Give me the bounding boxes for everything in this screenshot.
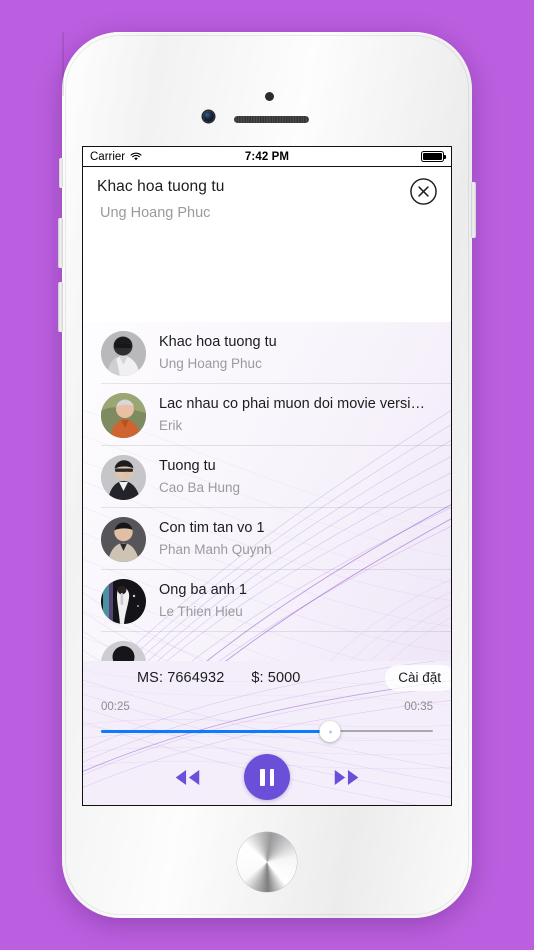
- volume-up-button[interactable]: [58, 218, 63, 268]
- list-item[interactable]: Con tim tan vo 1 Phan Manh Quynh: [83, 508, 451, 570]
- mute-switch-button[interactable]: [59, 158, 63, 188]
- player-time-row: 00:25 00:35: [93, 695, 441, 713]
- song-artist: Cao Ba Hung: [159, 480, 241, 495]
- power-button[interactable]: [471, 182, 476, 238]
- list-item-meta: Ong ba anh 1 Le Thien Hieu: [159, 581, 445, 621]
- status-bar-clock: 7:42 PM: [244, 150, 290, 163]
- song-title: Lac nhau co phai muon doi movie versi…: [159, 396, 425, 412]
- list-item[interactable]: Tuong tu Cao Ba Hung: [83, 446, 451, 508]
- progress-thumb[interactable]: [319, 721, 341, 742]
- song-title: Ong ba anh 1: [159, 582, 247, 598]
- total-time: 00:35: [404, 701, 433, 713]
- home-button[interactable]: [237, 832, 297, 892]
- now-playing-header: Khac hoa tuong tu Ung Hoang Phuc: [83, 167, 451, 229]
- page-title: Khac hoa tuong tu: [97, 178, 225, 195]
- player-stats-row: MS: 7664932 $: 5000 Cài đặt: [93, 661, 451, 695]
- list-item[interactable]: Khac hoa tuong tu Ung Hoang Phuc: [83, 322, 451, 384]
- avatar: [101, 454, 146, 500]
- fast-forward-icon[interactable]: [330, 764, 364, 790]
- avatar: [101, 578, 146, 624]
- song-artist: Erik: [159, 418, 183, 433]
- player-controls-panel: MS: 7664932 $: 5000 Cài đặt 00:25 00:35: [83, 661, 451, 805]
- status-bar-right: [421, 151, 447, 162]
- sim-tray: [62, 32, 64, 96]
- proximity-sensor-icon: [265, 92, 274, 101]
- song-artist: Le Thien Hieu: [159, 604, 243, 619]
- status-bar: Carrier 7:42 PM: [83, 147, 451, 167]
- song-title: Tuong tu: [159, 458, 216, 474]
- elapsed-time: 00:25: [101, 701, 130, 713]
- progress-track-fill: [101, 730, 331, 733]
- page-subtitle: Ung Hoang Phuc: [100, 205, 211, 221]
- avatar: [101, 330, 146, 376]
- list-item[interactable]: Ong ba anh 1 Le Thien Hieu: [83, 570, 451, 632]
- rewind-icon[interactable]: [170, 764, 204, 790]
- front-camera-icon: [203, 111, 214, 122]
- volume-down-button[interactable]: [58, 282, 63, 332]
- battery-full-icon: [421, 151, 447, 162]
- close-circle-icon[interactable]: [409, 177, 438, 206]
- ms-label: MS: 7664932: [137, 670, 225, 686]
- avatar: [101, 516, 146, 562]
- phone-screen: Carrier 7:42 PM Khac hoa tuong tu Ung Ho…: [82, 146, 452, 806]
- transport-controls: [93, 754, 441, 800]
- list-item-meta: Khac hoa tuong tu Ung Hoang Phuc: [159, 333, 445, 373]
- progress-slider[interactable]: [101, 721, 433, 742]
- list-item-meta: Con tim tan vo 1 Phan Manh Quynh: [159, 519, 445, 559]
- avatar: [101, 392, 146, 438]
- song-title: Khac hoa tuong tu: [159, 334, 277, 350]
- list-item-meta: Lac nhau co phai muon doi movie versi… E…: [159, 395, 445, 435]
- price-label: $: 5000: [251, 670, 301, 686]
- song-title: Con tim tan vo 1: [159, 520, 265, 536]
- earpiece-speaker: [234, 116, 309, 123]
- song-artist: Phan Manh Quynh: [159, 542, 272, 557]
- list-item[interactable]: Lac nhau co phai muon doi movie versi… E…: [83, 384, 451, 446]
- song-artist: Ung Hoang Phuc: [159, 356, 262, 371]
- phone-device: Carrier 7:42 PM Khac hoa tuong tu Ung Ho…: [58, 32, 476, 918]
- list-item-meta: Tuong tu Cao Ba Hung: [159, 457, 445, 497]
- settings-button[interactable]: Cài đặt: [385, 665, 451, 691]
- pause-icon[interactable]: [244, 754, 290, 800]
